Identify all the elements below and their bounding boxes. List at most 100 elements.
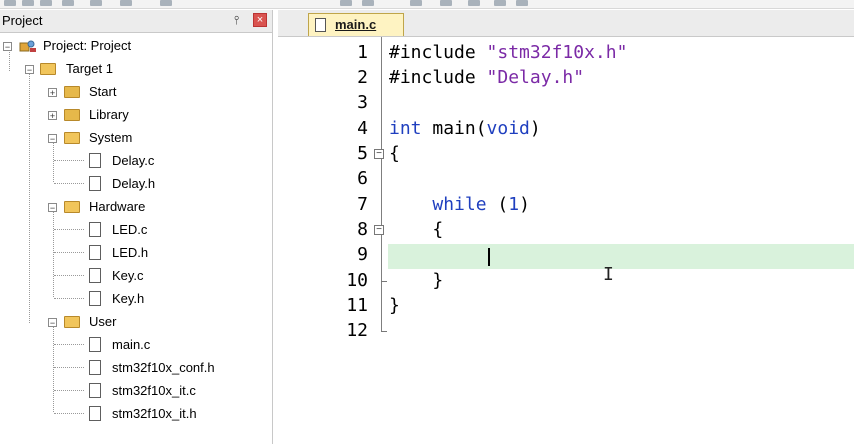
toolbar-icon[interactable] bbox=[494, 0, 506, 6]
tree-item-file[interactable]: stm32f10x_it.h bbox=[0, 404, 272, 424]
tree-label: stm32f10x_it.h bbox=[112, 406, 197, 421]
file-icon bbox=[89, 406, 101, 421]
tree-item-file[interactable]: Key.c bbox=[0, 266, 272, 286]
code-brace: { bbox=[389, 143, 400, 164]
ibeam-cursor-icon: I bbox=[603, 264, 614, 285]
tree-label: Key.h bbox=[112, 291, 145, 306]
file-icon bbox=[89, 360, 101, 375]
tree-item-file[interactable]: stm32f10x_it.c bbox=[0, 381, 272, 401]
tree-item-group-library[interactable]: + Library bbox=[0, 105, 272, 125]
folder-open-icon bbox=[64, 316, 80, 328]
toolbar-icon[interactable] bbox=[40, 0, 52, 6]
code-punct: ) bbox=[529, 118, 541, 139]
tree-item-target[interactable]: − Target 1 bbox=[0, 59, 272, 79]
project-icon bbox=[19, 39, 37, 53]
tree-item-group-system[interactable]: − System bbox=[0, 128, 272, 148]
collapse-icon[interactable]: − bbox=[3, 42, 12, 52]
expand-icon[interactable]: + bbox=[48, 88, 57, 98]
project-panel-title: Project bbox=[2, 13, 43, 28]
code-identifier: main( bbox=[432, 118, 487, 139]
collapse-icon[interactable]: − bbox=[48, 203, 57, 213]
editor-tabbar: main.c bbox=[278, 10, 854, 37]
tree-item-group-user[interactable]: − User bbox=[0, 312, 272, 332]
line-number: 7 bbox=[357, 194, 368, 215]
text-caret bbox=[488, 248, 490, 266]
toolbar-icon[interactable] bbox=[4, 0, 16, 6]
file-icon bbox=[315, 18, 326, 32]
target-folder-icon bbox=[40, 63, 56, 75]
tree-label: Target 1 bbox=[66, 61, 113, 76]
fold-collapse-icon[interactable]: − bbox=[374, 149, 384, 159]
toolbar-icon[interactable] bbox=[340, 0, 352, 6]
file-icon bbox=[89, 268, 101, 283]
code-line-2: #include "Delay.h" bbox=[389, 65, 584, 90]
toolbar-icon[interactable] bbox=[62, 0, 74, 6]
project-panel-header: Project ⫯ × bbox=[0, 10, 272, 33]
line-number: 5 bbox=[357, 143, 368, 164]
tree-item-file[interactable]: stm32f10x_conf.h bbox=[0, 358, 272, 378]
code-line-7: while (1) bbox=[389, 192, 530, 217]
code-punct: ( bbox=[497, 194, 509, 215]
line-number: 4 bbox=[357, 118, 368, 139]
line-number: 8 bbox=[357, 219, 368, 240]
tree-item-file[interactable]: Key.h bbox=[0, 289, 272, 309]
pin-icon[interactable]: ⫯ bbox=[234, 13, 239, 28]
line-number: 3 bbox=[357, 92, 368, 113]
tree-label: stm32f10x_conf.h bbox=[112, 360, 215, 375]
toolbar-icon[interactable] bbox=[440, 0, 452, 6]
code-keyword: void bbox=[486, 118, 530, 139]
code-keyword: int bbox=[389, 118, 422, 139]
tree-label: Project: Project bbox=[43, 38, 132, 53]
collapse-icon[interactable]: − bbox=[48, 134, 57, 144]
code-line-1: #include "stm32f10x.h" bbox=[389, 40, 627, 65]
code-string: "Delay.h" bbox=[486, 67, 585, 88]
tree-item-file[interactable]: Delay.h bbox=[0, 174, 272, 194]
code-brace: } bbox=[432, 270, 444, 291]
code-brace: { bbox=[432, 219, 444, 240]
code-directive: #include bbox=[389, 67, 476, 88]
toolbar-icon[interactable] bbox=[160, 0, 172, 6]
toolbar-strip bbox=[0, 0, 854, 9]
line-number: 9 bbox=[357, 244, 368, 265]
toolbar-icon[interactable] bbox=[90, 0, 102, 6]
collapse-icon[interactable]: − bbox=[48, 318, 57, 328]
tree-item-file[interactable]: LED.c bbox=[0, 220, 272, 240]
tree-label: stm32f10x_it.c bbox=[112, 383, 196, 398]
code-line-4: int main(void) bbox=[389, 116, 541, 141]
line-number: 11 bbox=[346, 295, 368, 316]
close-panel-button[interactable]: × bbox=[253, 13, 267, 27]
tree-label: Library bbox=[89, 107, 129, 122]
folder-icon bbox=[64, 86, 80, 98]
collapse-icon[interactable]: − bbox=[25, 65, 34, 75]
code-line-5: { bbox=[389, 141, 400, 166]
tree-item-group-start[interactable]: + Start bbox=[0, 82, 272, 102]
file-icon bbox=[89, 153, 101, 168]
line-number: 2 bbox=[357, 67, 368, 88]
tree-label: Delay.h bbox=[112, 176, 156, 191]
toolbar-icon[interactable] bbox=[362, 0, 374, 6]
code-number: 1 bbox=[508, 194, 520, 215]
tree-label: Key.c bbox=[112, 268, 144, 283]
code-line-8: { bbox=[389, 217, 443, 242]
fold-collapse-icon[interactable]: − bbox=[374, 225, 384, 235]
toolbar-icon[interactable] bbox=[410, 0, 422, 6]
toolbar-icon[interactable] bbox=[516, 0, 528, 6]
tree-item-group-hardware[interactable]: − Hardware bbox=[0, 197, 272, 217]
folder-icon bbox=[64, 109, 80, 121]
expand-icon[interactable]: + bbox=[48, 111, 57, 121]
file-icon bbox=[89, 176, 101, 191]
code-editor[interactable]: 1 2 3 4 5 6 7 8 9 10 11 12 − − #include … bbox=[278, 37, 854, 444]
tree-item-file[interactable]: Delay.c bbox=[0, 151, 272, 171]
toolbar-icon[interactable] bbox=[22, 0, 34, 6]
toolbar-icon[interactable] bbox=[120, 0, 132, 6]
tree-label: main.c bbox=[112, 337, 151, 352]
toolbar-icon[interactable] bbox=[468, 0, 480, 6]
fold-end-marker bbox=[381, 331, 387, 332]
tree-item-file[interactable]: LED.h bbox=[0, 243, 272, 263]
tab-main-c[interactable]: main.c bbox=[308, 13, 404, 36]
folder-open-icon bbox=[64, 201, 80, 213]
tree-item-project-root[interactable]: − Project: Project bbox=[0, 36, 272, 56]
tree-label: Start bbox=[89, 84, 117, 99]
tree-item-file[interactable]: main.c bbox=[0, 335, 272, 355]
file-icon bbox=[89, 222, 101, 237]
